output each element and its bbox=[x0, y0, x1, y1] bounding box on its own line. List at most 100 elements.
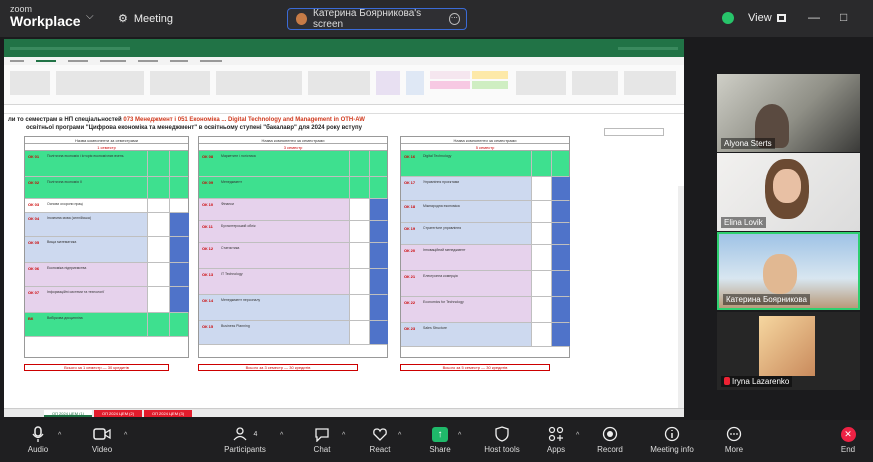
participant-tile-active-speaker[interactable]: Катерина Боярникова bbox=[717, 232, 860, 310]
apps-button[interactable]: Apps bbox=[526, 426, 586, 454]
table-row[interactable]: ОК 23 Sales Structure bbox=[401, 323, 570, 347]
chat-button[interactable]: Chat bbox=[292, 426, 352, 454]
table-row[interactable]: ОК 07 Інформаційні системи та технології bbox=[25, 287, 189, 313]
credits-cell[interactable] bbox=[349, 151, 369, 176]
table-row[interactable]: ОК 05 Вища математика bbox=[25, 237, 189, 263]
ribbon-group[interactable] bbox=[572, 71, 618, 95]
table-row[interactable]: ОК 13 IT Technology bbox=[199, 269, 388, 295]
control-cell[interactable] bbox=[369, 177, 388, 198]
more-button[interactable]: More bbox=[704, 426, 764, 454]
cell-style[interactable] bbox=[472, 71, 508, 79]
table-row[interactable]: ОК 18 Міжнародна економіка bbox=[401, 201, 570, 223]
chevron-up-icon[interactable]: ^ bbox=[280, 432, 283, 439]
control-cell[interactable] bbox=[551, 177, 570, 200]
cell-style[interactable] bbox=[430, 71, 470, 79]
ribbon-group[interactable] bbox=[406, 71, 424, 95]
credits-cell[interactable] bbox=[147, 263, 169, 286]
control-cell[interactable] bbox=[169, 263, 189, 286]
react-button[interactable]: React bbox=[350, 426, 410, 454]
control-cell[interactable] bbox=[369, 321, 388, 344]
control-cell[interactable] bbox=[369, 269, 388, 294]
control-cell[interactable] bbox=[551, 245, 570, 270]
control-cell[interactable] bbox=[551, 297, 570, 322]
table-row[interactable]: ОК 11 Бухгалтерський облік bbox=[199, 221, 388, 243]
credits-cell[interactable] bbox=[349, 221, 369, 242]
control-cell[interactable] bbox=[551, 323, 570, 346]
credits-cell[interactable] bbox=[147, 213, 169, 236]
maximize-icon[interactable]: □ bbox=[840, 10, 847, 24]
table-row[interactable]: ОК 16 Digital Technology bbox=[401, 151, 569, 177]
credits-cell[interactable] bbox=[349, 321, 369, 344]
security-shield-icon[interactable] bbox=[722, 12, 734, 24]
table-row[interactable]: ОК 12 Статистика bbox=[199, 243, 388, 269]
end-button[interactable]: ✕ End bbox=[828, 426, 868, 454]
audio-button[interactable]: Audio bbox=[8, 426, 68, 454]
zoom-brand[interactable]: zoom Workplace bbox=[10, 5, 81, 29]
control-cell[interactable] bbox=[169, 237, 189, 262]
participant-tile[interactable]: Alyona Sterts bbox=[717, 74, 860, 152]
record-button[interactable]: Record bbox=[580, 426, 640, 454]
table-row[interactable]: ОК 15 Business Planning bbox=[199, 321, 388, 345]
credits-cell[interactable] bbox=[349, 177, 369, 198]
minimize-icon[interactable]: — bbox=[808, 10, 820, 24]
chevron-up-icon[interactable]: ^ bbox=[576, 432, 579, 439]
credits-cell[interactable] bbox=[147, 287, 169, 312]
menu-tab[interactable] bbox=[68, 60, 88, 62]
chevron-up-icon[interactable]: ^ bbox=[342, 432, 345, 439]
share-options-icon[interactable]: ⋯ bbox=[448, 13, 460, 25]
credits-cell[interactable] bbox=[531, 177, 551, 200]
participants-button[interactable]: 4 Participants bbox=[215, 426, 275, 454]
video-button[interactable]: Video bbox=[72, 426, 132, 454]
credits-cell[interactable] bbox=[531, 297, 551, 322]
table-row[interactable]: ОК 03 Основи охорони праці bbox=[25, 199, 188, 213]
host-tools-button[interactable]: Host tools bbox=[472, 426, 532, 454]
vertical-scrollbar[interactable] bbox=[678, 186, 684, 417]
credits-cell[interactable] bbox=[531, 323, 551, 346]
credits-cell[interactable] bbox=[531, 201, 551, 222]
credits-cell[interactable] bbox=[349, 295, 369, 320]
table-row[interactable]: ОК 06 Економіка підприємства bbox=[25, 263, 189, 287]
ribbon-group[interactable] bbox=[308, 71, 370, 95]
control-cell[interactable] bbox=[369, 221, 388, 242]
credits-cell[interactable] bbox=[147, 237, 169, 262]
table-row[interactable]: ОК 20 Інноваційний менеджмент bbox=[401, 245, 570, 271]
sheet-tab[interactable]: ОП 2024 ЦЕМ (2) bbox=[94, 410, 142, 417]
control-cell[interactable] bbox=[369, 243, 388, 268]
table-row[interactable]: ОК 10 Фінанси bbox=[199, 199, 388, 221]
control-cell[interactable] bbox=[551, 151, 570, 176]
chevron-up-icon[interactable]: ^ bbox=[458, 432, 461, 439]
credits-cell[interactable] bbox=[147, 199, 169, 212]
formula-bar[interactable] bbox=[4, 105, 684, 114]
table-row[interactable]: ОК 04 Іноземна мова (англійська) bbox=[25, 213, 189, 237]
credits-cell[interactable] bbox=[147, 177, 169, 198]
side-cell-block[interactable] bbox=[604, 128, 664, 136]
table-row[interactable]: ОК 17 Управління проєктами bbox=[401, 177, 570, 201]
menu-tab[interactable] bbox=[170, 60, 188, 62]
control-cell[interactable] bbox=[551, 223, 570, 244]
chevron-up-icon[interactable]: ^ bbox=[124, 432, 127, 439]
meeting-menu[interactable]: ⚙ Meeting bbox=[118, 12, 173, 26]
menu-tab[interactable] bbox=[138, 60, 158, 62]
control-cell[interactable] bbox=[169, 177, 189, 198]
ribbon-group[interactable] bbox=[516, 71, 566, 95]
credits-cell[interactable] bbox=[531, 245, 551, 270]
table-row[interactable]: ОК 09 Менеджмент bbox=[199, 177, 387, 199]
ribbon-group[interactable] bbox=[216, 71, 302, 95]
menu-tab[interactable] bbox=[100, 60, 126, 62]
control-cell[interactable] bbox=[369, 151, 388, 176]
table-row[interactable]: ОК 08 Маркетинг і логістика bbox=[199, 151, 387, 177]
control-cell[interactable] bbox=[169, 287, 189, 312]
control-cell[interactable] bbox=[551, 201, 570, 222]
control-cell[interactable] bbox=[169, 313, 189, 336]
ribbon-group[interactable] bbox=[150, 71, 210, 95]
participant-tile[interactable]: Iryna Lazarenko bbox=[717, 312, 860, 390]
credits-cell[interactable] bbox=[349, 243, 369, 268]
chevron-up-icon[interactable]: ^ bbox=[398, 432, 401, 439]
table-row[interactable]: ОК 21 Електронна комерція bbox=[401, 271, 570, 297]
meeting-info-button[interactable]: Meeting info bbox=[642, 426, 702, 454]
ribbon-group[interactable] bbox=[10, 71, 50, 95]
credits-cell[interactable] bbox=[349, 199, 369, 220]
control-cell[interactable] bbox=[369, 199, 388, 220]
table-row[interactable]: ВК Вибіркова дисципліна bbox=[25, 313, 188, 337]
menu-tab[interactable] bbox=[36, 60, 56, 62]
